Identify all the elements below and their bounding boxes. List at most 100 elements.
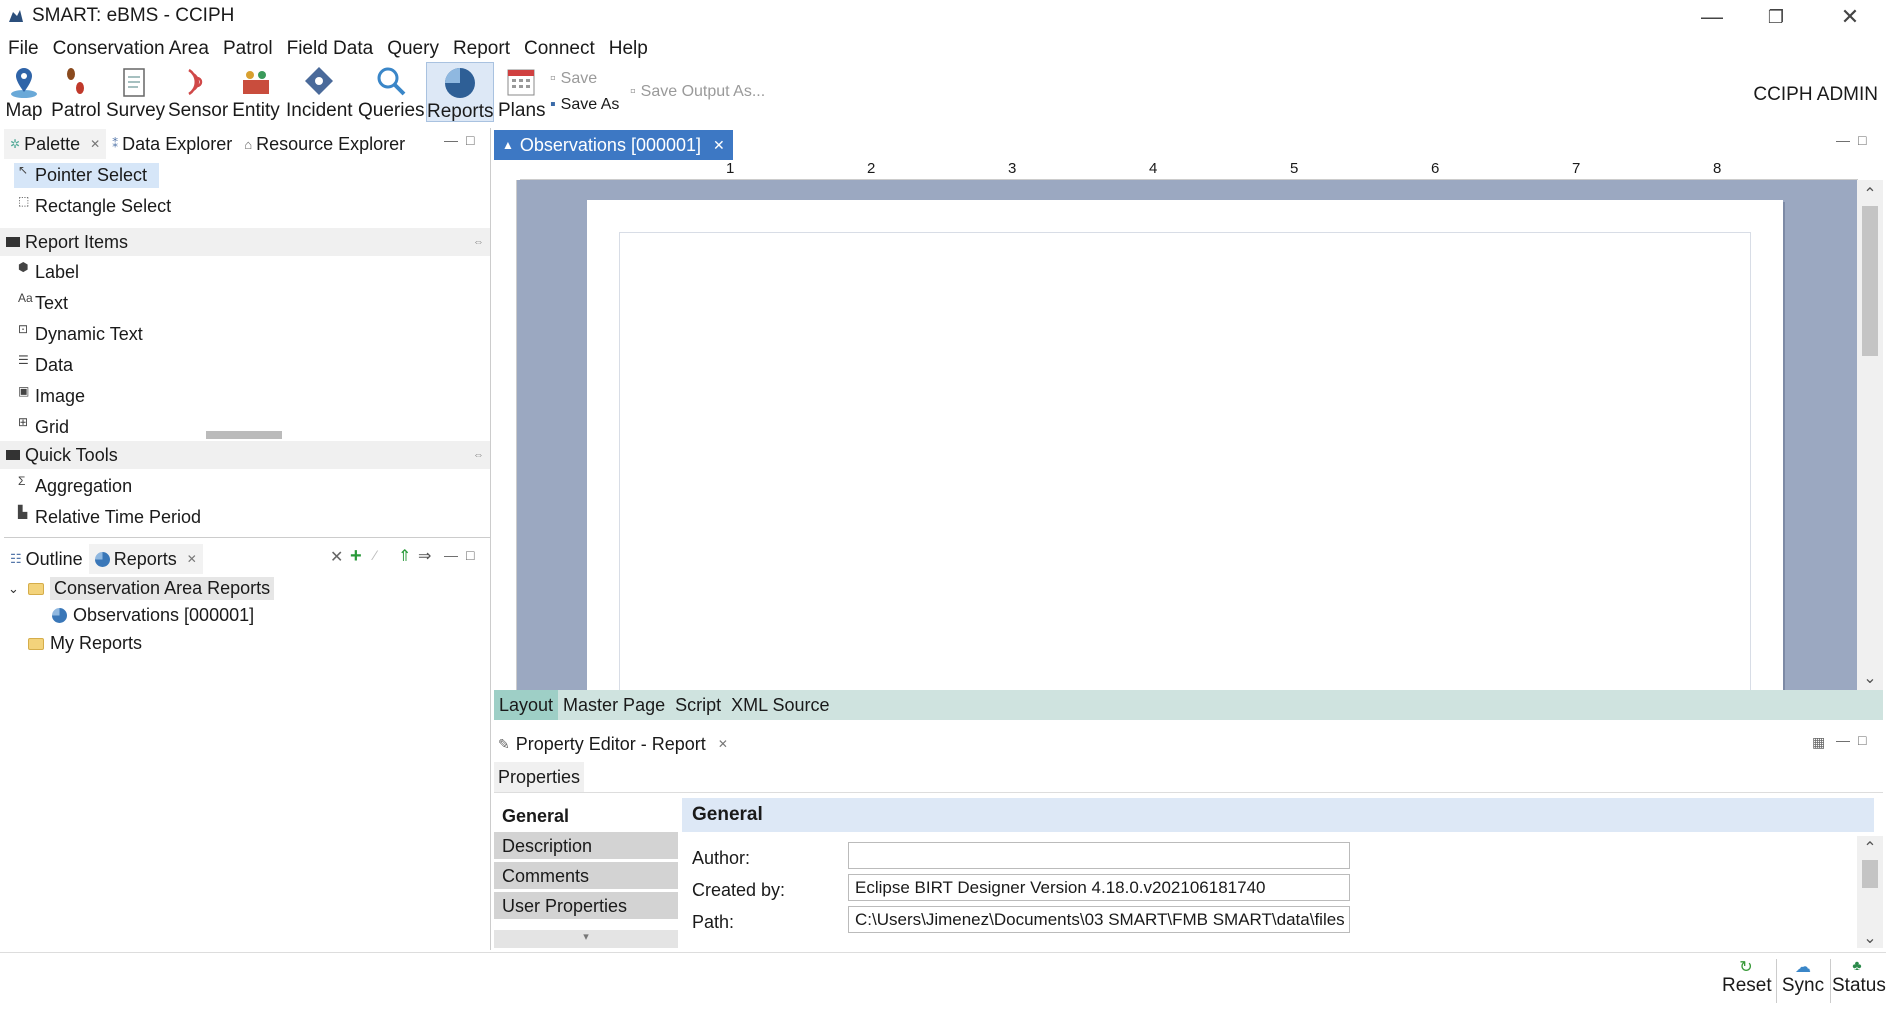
status-button[interactable]: ♣ Status	[1832, 957, 1886, 997]
maximize-panel-icon[interactable]: □	[1858, 732, 1866, 748]
tab-master-page[interactable]: Master Page	[558, 690, 670, 720]
patrol-button[interactable]: Patrol	[50, 62, 102, 122]
created-by-field[interactable]: Eclipse BIRT Designer Version 4.18.0.v20…	[848, 874, 1350, 901]
side-tab-user-properties[interactable]: User Properties	[494, 892, 678, 920]
maximize-editor-icon[interactable]: □	[1858, 132, 1866, 148]
scroll-down-icon[interactable]: ⌄	[1857, 668, 1883, 688]
properties-vertical-scrollbar[interactable]: ⌃ ⌄	[1857, 836, 1883, 948]
tree-item-my-reports[interactable]: My Reports	[28, 633, 142, 654]
pin-icon[interactable]: ⇔	[473, 449, 484, 461]
import-icon[interactable]: ⇑	[398, 546, 411, 566]
save-as-button[interactable]: ▪ Save As	[550, 96, 619, 114]
tab-reports[interactable]: Reports ✕	[88, 544, 203, 574]
tab-outline[interactable]: ☷ Outline	[4, 544, 89, 574]
close-tab-icon[interactable]: ✕	[718, 737, 728, 751]
save-output-as-button[interactable]: ▫ Save Output As...	[630, 83, 765, 101]
entity-button[interactable]: Entity	[232, 62, 280, 122]
queries-button[interactable]: Queries	[358, 62, 425, 122]
reports-pie-icon	[94, 551, 110, 567]
general-section-title: General	[682, 798, 1874, 832]
palette-item-grid[interactable]: ⊞ Grid	[18, 415, 69, 438]
tab-script[interactable]: Script	[670, 690, 726, 720]
survey-button[interactable]: Survey	[106, 62, 165, 122]
map-button[interactable]: Map	[4, 62, 44, 122]
minimize-button[interactable]: —	[1680, 0, 1744, 34]
side-tab-general[interactable]: General	[494, 802, 678, 830]
editor-vertical-scrollbar[interactable]: ⌃ ⌄	[1857, 180, 1883, 690]
tab-palette[interactable]: ✲ Palette ✕	[4, 129, 107, 159]
scroll-up-icon[interactable]: ⌃	[1857, 838, 1883, 858]
chevron-down-icon[interactable]: ⌄	[8, 581, 22, 597]
scroll-thumb[interactable]	[1862, 860, 1878, 888]
sync-button[interactable]: ☁ Sync	[1780, 957, 1826, 997]
scroll-up-icon[interactable]: ⌃	[1857, 184, 1883, 204]
pin-icon[interactable]: ⇔	[473, 236, 484, 248]
author-field[interactable]	[848, 842, 1350, 869]
minimize-editor-icon[interactable]: —	[1836, 132, 1850, 148]
pie-chart-icon	[445, 68, 475, 98]
report-page[interactable]	[587, 200, 1783, 690]
report-layout-canvas[interactable]	[517, 180, 1857, 690]
tab-data-explorer[interactable]: ⁑ Data Explorer	[106, 129, 238, 159]
menu-patrol[interactable]: Patrol	[215, 36, 279, 62]
side-tab-comments[interactable]: Comments	[494, 862, 678, 890]
quick-tools-drawer[interactable]: Quick Tools ⇔	[0, 441, 490, 469]
scroll-thumb[interactable]	[1862, 206, 1878, 356]
menu-help[interactable]: Help	[601, 36, 654, 62]
palette-item-image[interactable]: ▣ Image	[18, 384, 85, 407]
property-editor-tab[interactable]: ✎ Property Editor - Report ✕	[494, 728, 728, 760]
menu-conservation-area[interactable]: Conservation Area	[45, 36, 215, 62]
editor-tab-observations[interactable]: ▲ Observations [000001] ✕	[494, 130, 733, 160]
add-icon[interactable]: +	[350, 545, 362, 568]
reports-button[interactable]: Reports	[426, 62, 494, 122]
palette-item-dynamic-text[interactable]: ⊡ Dynamic Text	[18, 322, 143, 345]
menu-query[interactable]: Query	[379, 36, 445, 62]
menu-field-data[interactable]: Field Data	[279, 36, 380, 62]
minimize-panel-icon[interactable]: —	[444, 132, 458, 148]
incident-button[interactable]: Incident	[286, 62, 353, 122]
close-tab-icon[interactable]: ✕	[713, 137, 725, 154]
data-explorer-icon: ⁑	[112, 137, 119, 151]
menu-connect[interactable]: Connect	[516, 36, 601, 62]
reset-button[interactable]: ↻ Reset	[1722, 957, 1772, 997]
delete-icon[interactable]: ✕	[330, 547, 343, 567]
sensor-button[interactable]: Sensor	[168, 62, 228, 122]
tab-layout[interactable]: Layout	[494, 690, 559, 720]
report-page-margin	[619, 232, 1751, 690]
edit-icon[interactable]: ⁄	[374, 547, 376, 563]
side-tabs-scroll-down-icon[interactable]: ▾	[494, 930, 678, 948]
drawer-resize-handle[interactable]	[206, 431, 282, 439]
pointer-select-tool[interactable]: ↖ Pointer Select	[14, 163, 160, 188]
report-items-drawer[interactable]: Report Items ⇔	[0, 228, 490, 256]
palette-item-text[interactable]: Aa Text	[18, 291, 68, 314]
view-menu-icon[interactable]: ▦	[1812, 734, 1825, 751]
rectangle-select-tool[interactable]: ⬚ Rectangle Select	[18, 194, 171, 217]
menu-report[interactable]: Report	[445, 36, 516, 62]
path-label: Path:	[692, 912, 735, 932]
save-button[interactable]: ▫ Save	[550, 70, 597, 88]
export-arrow-icon[interactable]: ⇒	[418, 546, 431, 566]
minimize-panel-icon[interactable]: —	[1836, 732, 1850, 748]
tree-item-conservation-area-reports[interactable]: ⌄ Conservation Area Reports	[8, 577, 275, 600]
path-field[interactable]: C:\Users\Jimenez\Documents\03 SMART\FMB …	[848, 906, 1350, 933]
close-tab-icon[interactable]: ✕	[187, 552, 197, 566]
scroll-down-icon[interactable]: ⌄	[1857, 928, 1883, 948]
tab-xml-source[interactable]: XML Source	[726, 690, 834, 720]
menu-file[interactable]: File	[0, 36, 45, 62]
restore-button[interactable]: ❐	[1744, 0, 1808, 34]
palette-item-label[interactable]: ⬢ Label	[18, 260, 79, 283]
quick-tool-aggregation[interactable]: Σ Aggregation	[18, 474, 132, 497]
minimize-panel-icon[interactable]: —	[444, 547, 458, 563]
close-button[interactable]: ✕	[1818, 0, 1882, 34]
tree-item-observations[interactable]: Observations [000001]	[52, 605, 254, 626]
quick-tool-relative-time-period[interactable]: ▙ Relative Time Period	[18, 505, 201, 528]
palette-item-data[interactable]: ☰ Data	[18, 353, 73, 376]
tab-resource-explorer[interactable]: ⌂ Resource Explorer	[238, 129, 411, 159]
magnifier-icon	[377, 67, 406, 96]
plans-button[interactable]: Plans	[498, 62, 546, 122]
close-tab-icon[interactable]: ✕	[90, 137, 100, 151]
tab-properties[interactable]: Properties	[494, 762, 584, 792]
maximize-panel-icon[interactable]: □	[466, 547, 474, 563]
maximize-panel-icon[interactable]: □	[466, 132, 474, 148]
side-tab-description[interactable]: Description	[494, 832, 678, 860]
